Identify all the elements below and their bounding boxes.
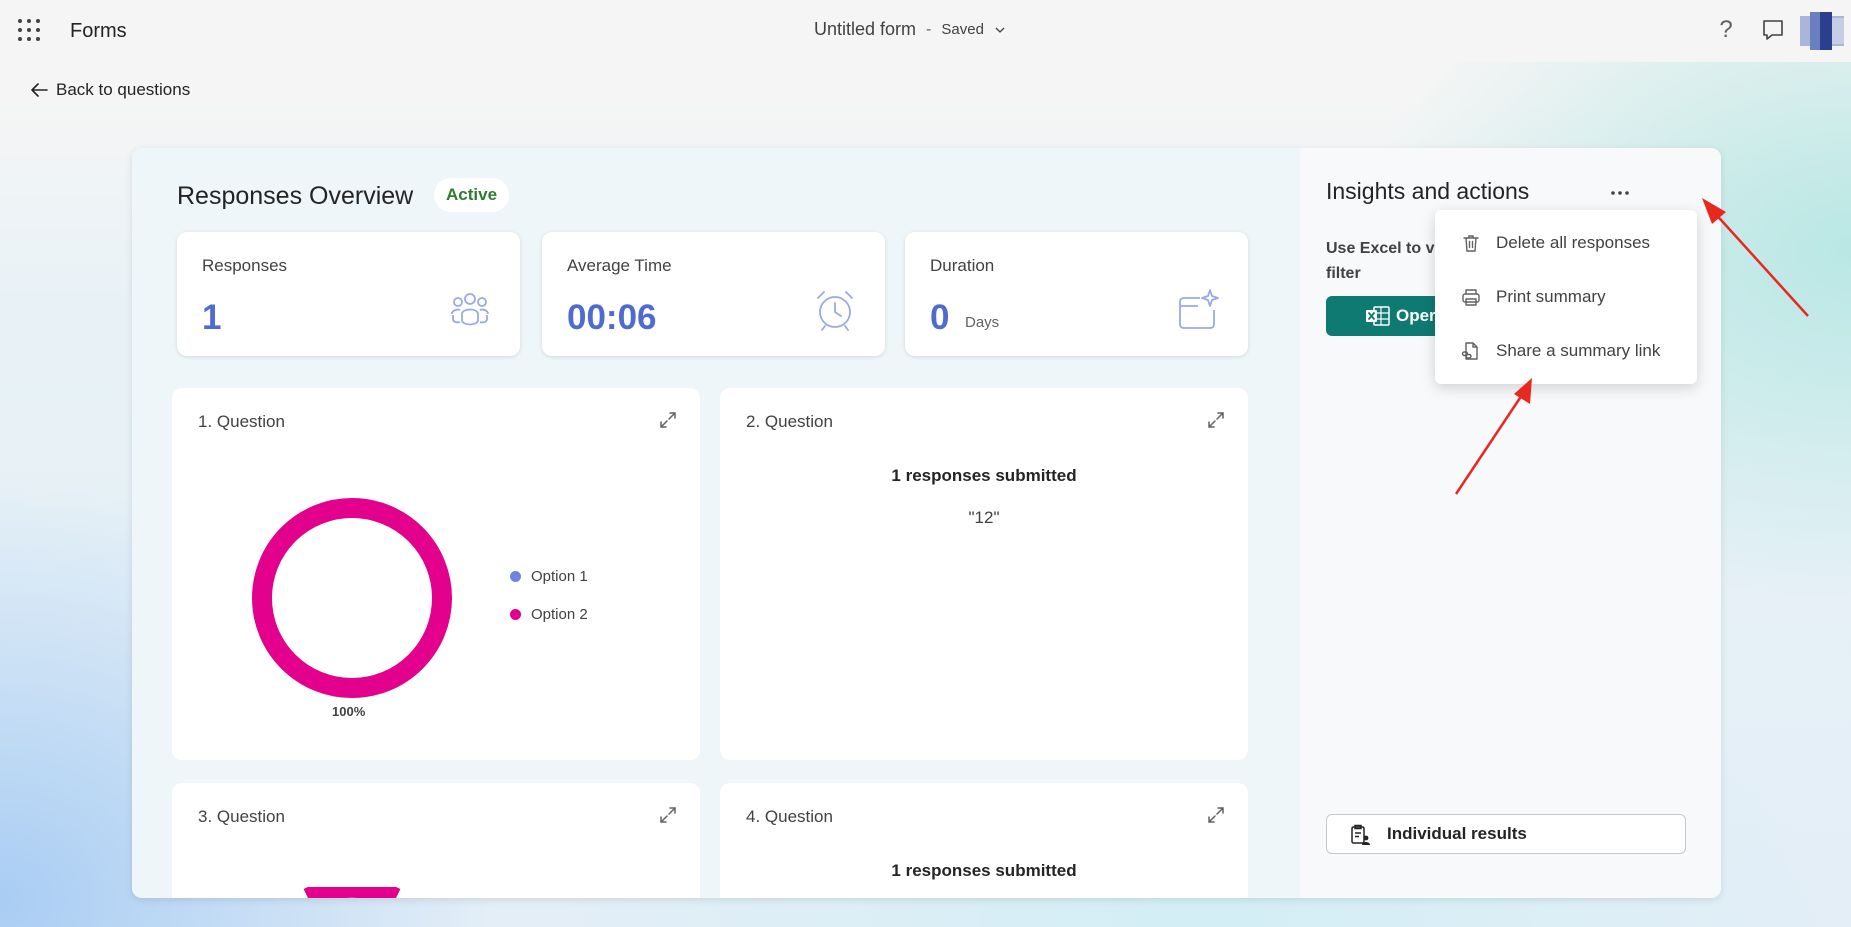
response-count: 1 responses submitted — [891, 466, 1077, 485]
top-bar: Forms Untitled form - Saved ? — [0, 0, 1851, 62]
help-icon[interactable]: ? — [1713, 17, 1739, 43]
stat-unit: Days — [965, 314, 1000, 331]
response-count: 1 responses submitted — [891, 861, 1077, 880]
average-time-stat-card: Average Time 00:06 — [542, 232, 885, 356]
legend-swatch — [510, 609, 521, 620]
legend-item-option-1: Option 1 — [510, 568, 588, 585]
legend-label: Option 1 — [531, 568, 588, 585]
printer-icon — [1462, 289, 1480, 306]
page-title: Responses Overview — [177, 182, 414, 210]
legend-swatch — [510, 571, 521, 582]
menu-item-share-summary-link[interactable]: Share a summary link — [1435, 326, 1697, 376]
save-status: Saved — [941, 21, 984, 38]
donut-slice-option-2 — [252, 498, 452, 698]
menu-item-print-summary[interactable]: Print summary — [1435, 272, 1697, 322]
app-launcher-icon[interactable] — [18, 19, 40, 41]
expand-icon[interactable] — [658, 410, 678, 430]
calendar-sparkle-icon — [1179, 289, 1219, 329]
form-title-menu[interactable]: Untitled form - Saved — [814, 19, 1006, 40]
people-icon — [451, 293, 489, 326]
document-person-icon — [1351, 824, 1370, 845]
duration-stat-card: Duration 0 Days — [905, 232, 1248, 356]
individual-results-label: Individual results — [1387, 824, 1527, 843]
excel-icon — [1366, 306, 1390, 326]
more-options-icon[interactable] — [1605, 182, 1635, 204]
legend-item-option-2: Option 2 — [510, 606, 588, 623]
responses-stat-card: Responses 1 — [177, 232, 520, 356]
question-title: 2. Question — [746, 412, 833, 431]
data-label-option-2: 100% — [332, 704, 366, 719]
legend-label: Option 2 — [531, 606, 588, 623]
question-card-3: 3. Question — [172, 783, 700, 898]
response-value: "12" — [968, 508, 1000, 527]
chevron-down-icon — [995, 27, 1005, 33]
stat-value: 0 — [930, 298, 950, 337]
question-title: 4. Question — [746, 807, 833, 826]
feedback-icon[interactable] — [1760, 17, 1786, 43]
individual-results-button[interactable]: Individual results — [1326, 814, 1686, 854]
question-card-4: 4. Question 1 responses submitted — [720, 783, 1248, 898]
excel-button-label: Oper — [1396, 306, 1436, 325]
insights-title: Insights and actions — [1326, 178, 1530, 204]
arrow-left-icon — [31, 83, 48, 97]
trash-icon — [1463, 235, 1479, 252]
question-title: 3. Question — [198, 807, 285, 826]
menu-item-label: Share a summary link — [1496, 341, 1661, 360]
title-separator: - — [926, 20, 932, 38]
menu-item-label: Print summary — [1496, 287, 1606, 306]
app-name[interactable]: Forms — [70, 20, 127, 43]
question-card-2: 2. Question 1 responses submitted "12" — [720, 388, 1248, 760]
expand-icon[interactable] — [1206, 805, 1226, 825]
avatar[interactable] — [1800, 12, 1844, 50]
alarm-clock-icon — [817, 291, 853, 331]
back-label: Back to questions — [56, 80, 191, 99]
stat-label: Responses — [202, 256, 288, 275]
stat-value: 1 — [202, 298, 222, 337]
menu-item-label: Delete all responses — [1496, 233, 1651, 252]
question-card-1: 1. Question Option 1 Option 2 100% — [172, 388, 700, 760]
document-link-icon — [1461, 342, 1478, 360]
more-options-menu: Delete all responses Print summary Share… — [1435, 210, 1697, 384]
question-title: 1. Question — [198, 412, 285, 431]
expand-icon[interactable] — [1206, 410, 1226, 430]
donut-chart-partial — [303, 887, 401, 898]
back-to-questions-link[interactable]: Back to questions — [30, 80, 190, 100]
expand-icon[interactable] — [658, 805, 678, 825]
status-badge: Active — [434, 178, 510, 212]
donut-chart — [252, 498, 452, 698]
stat-label: Average Time — [567, 256, 672, 275]
form-title: Untitled form — [814, 19, 917, 39]
stat-value: 00:06 — [567, 298, 657, 337]
menu-item-delete-all-responses[interactable]: Delete all responses — [1435, 218, 1697, 268]
stat-label: Duration — [930, 256, 995, 275]
responses-overview-pane: Responses Overview Active Responses 1 Av… — [132, 148, 1300, 898]
